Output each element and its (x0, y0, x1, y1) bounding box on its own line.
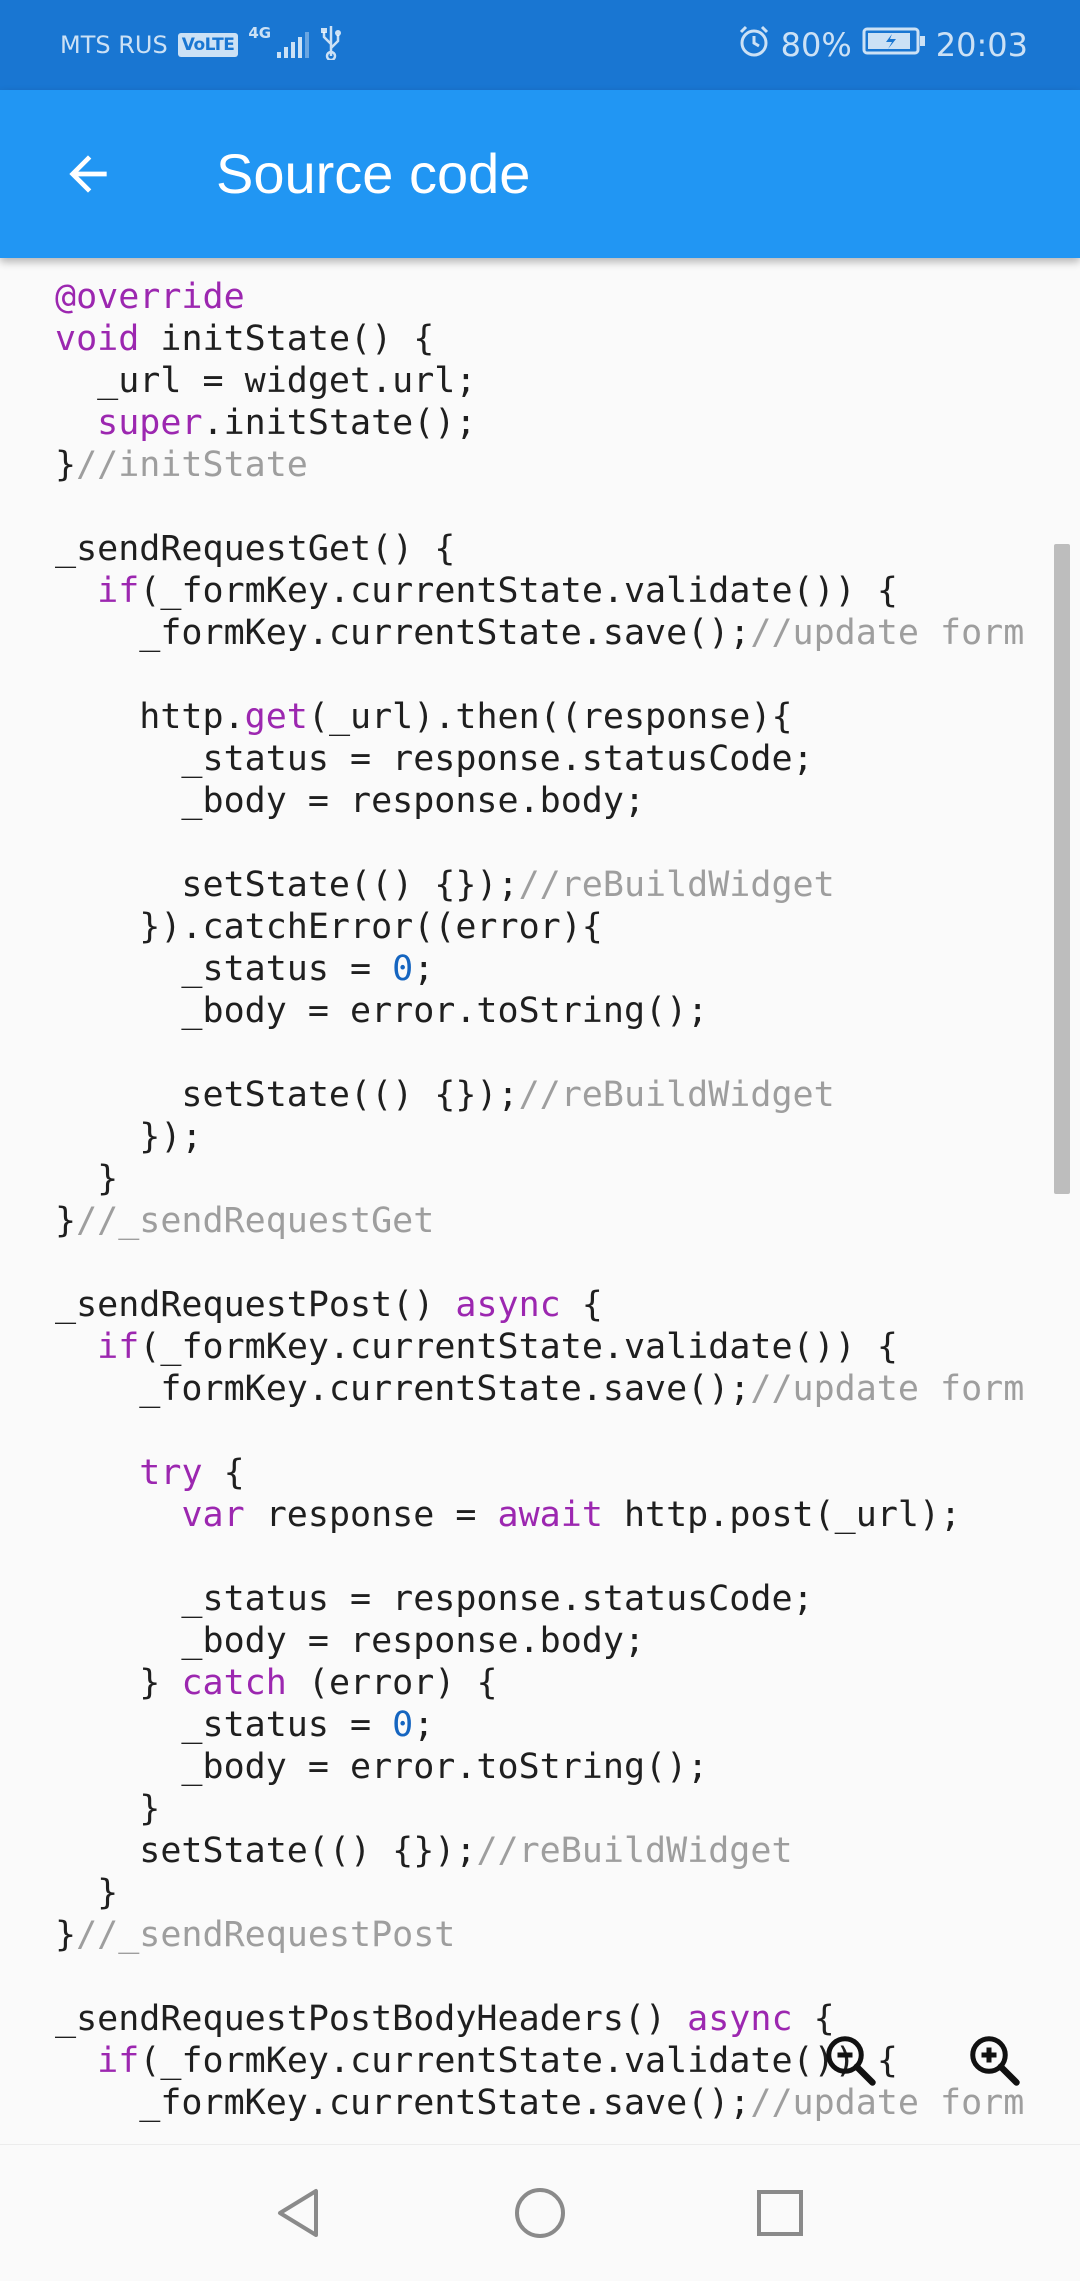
code-line: if(_formKey.currentState.validate()) { (97, 2041, 898, 2081)
code-line: _status = 0; (55, 949, 435, 989)
code-line: }); (55, 1117, 203, 1157)
network-type: 4G (248, 24, 272, 42)
code-line: } (55, 1873, 119, 1913)
app-bar: Source code (0, 90, 1080, 258)
battery-percent: 80% (780, 26, 852, 64)
code-line: } (55, 1159, 119, 1199)
code-line: _status = 0; (55, 1705, 435, 1745)
code-line: _status = response.statusCode; (55, 1579, 814, 1619)
scrollbar-thumb[interactable] (1054, 544, 1070, 1194)
code-line: if(_formKey.currentState.validate()) { (97, 571, 898, 611)
code-line: if(_formKey.currentState.validate()) { (97, 1327, 898, 1367)
code-line: } catch (error) { (55, 1663, 498, 1703)
zoom-in-button[interactable] (958, 2024, 1030, 2096)
navigation-bar (0, 2144, 1080, 2281)
code-line: _body = error.toString(); (55, 1747, 709, 1787)
code-line: try { (139, 1453, 245, 1493)
volte-badge: VoLTE (177, 33, 239, 57)
back-button[interactable] (48, 134, 128, 214)
code-line: _body = error.toString(); (55, 991, 709, 1031)
code-line: _body = response.body; (55, 1621, 646, 1661)
code-line: }//_sendRequestGet (55, 1201, 435, 1241)
zoom-out-icon (826, 2036, 876, 2086)
code-line: void initState() { (55, 319, 435, 359)
status-bar: MTS RUS VoLTE 4G 80% 20:03 (0, 0, 1080, 90)
nav-home-icon (515, 2188, 565, 2238)
code-line: _status = response.statusCode; (55, 739, 814, 779)
carrier-name: MTS RUS (60, 31, 168, 59)
nav-back-button[interactable] (260, 2173, 340, 2253)
code-line: _url = widget.url; (55, 361, 477, 401)
code-line: setState(() {});//reBuildWidget (55, 1075, 835, 1115)
code-line: _sendRequestPost() async { (55, 1285, 603, 1325)
page-title: Source code (216, 142, 531, 205)
code-line: super.initState(); (97, 403, 477, 443)
code-line: _sendRequestGet() { (55, 529, 456, 569)
status-bar-right: 80% 20:03 (737, 0, 1028, 90)
code-line: var response = await http.post(_url); (181, 1495, 962, 1535)
nav-home-button[interactable] (500, 2173, 580, 2253)
code-viewer[interactable]: @override void initState() { _url = widg… (0, 258, 1080, 2144)
code-line: setState(() {});//reBuildWidget (55, 865, 835, 905)
code-line: _formKey.currentState.save();//update fo… (55, 613, 1025, 653)
usb-icon (319, 24, 343, 66)
zoom-out-button[interactable] (814, 2024, 886, 2096)
battery-icon (862, 26, 926, 64)
code-line: http.get(_url).then((response){ (55, 697, 793, 737)
code-line: @override (55, 277, 245, 317)
source-code: @override void initState() { _url = widg… (55, 276, 1024, 2124)
code-line: }//_sendRequestPost (55, 1915, 456, 1955)
code-line: _body = response.body; (55, 781, 646, 821)
code-line: _sendRequestPostBodyHeaders() async { (55, 1999, 835, 2039)
alarm-icon (737, 24, 771, 66)
arrow-back-icon (69, 155, 107, 193)
nav-recents-icon (757, 2190, 803, 2236)
nav-back-icon (278, 2189, 318, 2237)
signal-icon (277, 32, 310, 58)
status-bar-left: MTS RUS VoLTE 4G (60, 0, 343, 90)
code-line: }//initState (55, 445, 308, 485)
nav-recents-button[interactable] (740, 2173, 820, 2253)
code-line: setState(() {});//reBuildWidget (55, 1831, 793, 1871)
clock-time: 20:03 (935, 26, 1028, 64)
zoom-in-icon (970, 2036, 1020, 2086)
code-line: } (55, 1789, 161, 1829)
code-line: }).catchError((error){ (55, 907, 603, 947)
code-line: _formKey.currentState.save();//update fo… (55, 1369, 1025, 1409)
